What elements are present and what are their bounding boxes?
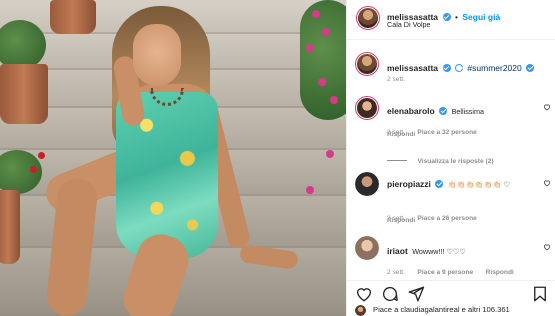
comment-likes[interactable]: Piace a 26 persone (417, 215, 476, 222)
caption-avatar[interactable] (355, 52, 379, 76)
flower-pot (0, 64, 48, 124)
caption-time: 2 sett. (387, 76, 405, 83)
post-panel: melissasatta • Segui già Cala Di Volpe m… (346, 0, 555, 316)
pink-flower (326, 150, 334, 158)
separator: • (454, 12, 458, 22)
replies-line (387, 160, 407, 161)
action-bar (347, 280, 555, 306)
commenter-avatar[interactable] (355, 172, 379, 196)
flower-pot (0, 190, 20, 264)
commenter-avatar[interactable] (355, 96, 379, 120)
pink-flower (306, 44, 314, 52)
verified-badge-icon (442, 13, 451, 21)
liker-avatar[interactable] (355, 305, 366, 316)
commenter-avatar[interactable] (355, 236, 379, 260)
comment-likes[interactable]: Piace a 32 persone (417, 129, 476, 136)
post-location[interactable]: Cala Di Volpe (387, 20, 431, 29)
verified-badge-icon (435, 180, 444, 188)
hashtag-link[interactable]: #summer2020 (467, 63, 521, 73)
pink-flower (312, 10, 320, 18)
paper-plane-icon[interactable] (407, 285, 425, 303)
verified-badge-icon (526, 64, 535, 72)
pink-flower (322, 28, 330, 36)
verified-badge-icon (439, 107, 448, 115)
comment-icon[interactable] (381, 285, 399, 303)
view-replies-button[interactable]: Visualizza le risposte (2) (417, 158, 493, 165)
bougainvillea-plant (300, 0, 346, 120)
pink-flower (318, 78, 326, 86)
liked-by-text[interactable]: Piace a claudiagalantireal e altri 106.3… (373, 305, 555, 314)
caption-username[interactable]: melissasatta (387, 63, 438, 73)
comment-text: Bellissima (451, 107, 484, 116)
reply-button[interactable]: Rispondi (387, 217, 415, 224)
comment-text: 👏🏻👏🏻👏🏻👏🏻👏🏻👏🏻 ♡ (447, 180, 510, 189)
comment-like-heart-icon[interactable] (543, 179, 551, 187)
comment-username[interactable]: elenabarolo (387, 106, 435, 116)
bookmark-icon[interactable] (531, 285, 549, 303)
author-avatar[interactable] (356, 6, 380, 30)
comment-text: Wowww!!! ♡♡♡ (412, 247, 466, 256)
red-flower (30, 166, 37, 173)
comment-like-heart-icon[interactable] (543, 243, 551, 251)
red-flower (38, 152, 45, 159)
comment-username[interactable]: iriaot (387, 246, 408, 256)
verified-badge-icon (442, 64, 451, 72)
verified-badge-icon (454, 64, 463, 72)
reply-button[interactable]: Rispondi (387, 131, 415, 138)
comment-time: 2 sett. (387, 269, 405, 276)
comment-username[interactable]: pieropiazzi (387, 179, 431, 189)
reply-button[interactable]: Rispondi (486, 269, 514, 276)
comment-likes[interactable]: Piace a 9 persone (417, 269, 473, 276)
post-header: melissasatta • Segui già Cala Di Volpe (347, 0, 555, 40)
flower-pot (50, 0, 96, 34)
following-button[interactable]: Segui già (462, 12, 500, 22)
heart-icon[interactable] (355, 285, 373, 303)
post-photo[interactable] (0, 0, 346, 316)
pink-flower (330, 96, 338, 104)
pink-flower (306, 186, 314, 194)
face (133, 24, 181, 86)
comment-like-heart-icon[interactable] (543, 103, 551, 111)
